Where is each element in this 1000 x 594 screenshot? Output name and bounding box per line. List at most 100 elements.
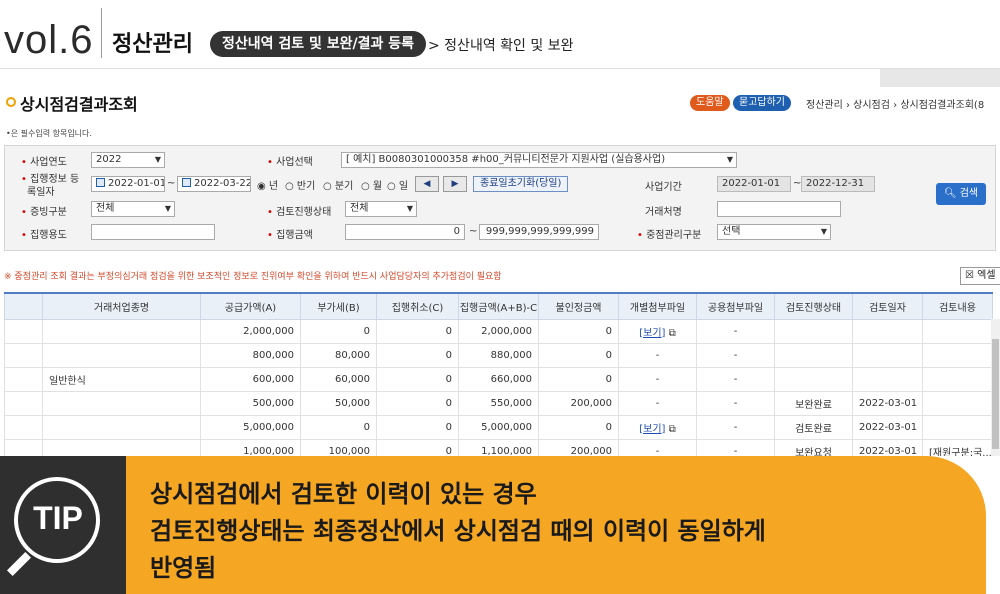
period-radio-month[interactable]: ○ 월 [361,177,382,192]
col-header-exec-amount[interactable]: 집행금액(A+B)-C [458,292,539,320]
table-row[interactable]: 5,000,000 0 0 5,000,000 0 [보기] ⧉ - 검토완료 2022-03-… [4,414,993,440]
vendor-input[interactable] [717,201,841,217]
table-cell: 0 [376,390,459,416]
table-cell: 880,000 [458,342,539,368]
table-cell [774,342,853,368]
col-header-supply[interactable]: 공급가액(A) [200,292,301,320]
section-title: 정산관리 [112,32,193,57]
popup-icon: ⧉ [665,423,676,435]
purpose-input[interactable] [91,224,215,240]
table-cell: 보완요청 [774,438,853,456]
table-cell [4,438,43,456]
table-scrollbar[interactable] [991,319,1000,456]
result-table: 거래처업종명 공급가액(A) 부가세(B) 집행취소(C) 집행금액(A+B)-… [4,292,993,456]
table-cell: 2,000,000 [458,318,539,344]
tip-badge: TIP [33,500,83,536]
col-header-vendor-type[interactable]: 거래처업종명 [42,292,201,320]
table-row[interactable]: 500,000 50,000 0 550,000 200,000- - 보완완료 2022-0… [4,390,993,416]
business-label: • 사업선택 [267,157,313,168]
table-cell: 0 [538,318,619,344]
review-status-select[interactable]: 전체 ▼ [345,201,417,217]
search-icon: 🔍︎ [943,188,960,199]
table-cell: 0 [376,414,459,440]
business-select[interactable]: [ 예치] B0080301000358 #h00_커뮤니티전문가 지원사업 (… [341,152,737,168]
table-cell: - [696,366,775,392]
col-header-vat[interactable]: 부가세(B) [300,292,377,320]
table-cell [922,390,993,416]
date-from-input[interactable]: 2022-01-01 [91,176,165,192]
tip-line-2: 검토진행상태는 최종정산에서 상시점검 때의 이력이 동일하게 [150,517,766,545]
table-cell: - [696,342,775,368]
faq-button[interactable]: 묻고답하기 [733,95,791,111]
table-cell: 0 [538,342,619,368]
table-cell: 5,000,000 [458,414,539,440]
col-header-disallowed[interactable]: 불인정금액 [538,292,619,320]
table-cell [42,342,201,368]
window-chrome [880,69,1000,87]
amount-to-input[interactable]: 999,999,999,999,999 [479,224,599,240]
table-row[interactable]: 800,000 80,000 0 880,000 0- - [4,342,993,368]
table-cell: - [618,390,697,416]
excel-button[interactable]: ☒ 엑셀 [960,267,1000,285]
table-cell: - [618,438,697,456]
view-link[interactable]: [보기] [639,424,665,435]
guide-header: vol.6 정산관리 정산내역 검토 및 보완/결과 등록 > 정산내역 확인 … [0,0,1000,68]
chevron-down-icon: ▼ [406,204,413,213]
date-to-input[interactable]: 2022-03-22 [177,176,251,192]
table-cell: 보완완료 [774,390,853,416]
period-radio-quarter[interactable]: ○ 분기 [323,177,353,192]
table-cell [4,342,43,368]
amount-from-input[interactable]: 0 [345,224,465,240]
amount-label: • 집행금액 [267,230,313,241]
tip-line-1: 상시점검에서 검토한 이력이 있는 경우 [150,480,537,508]
help-button[interactable]: 도움말 [690,95,730,111]
prev-period-button[interactable]: ◀ [415,176,439,192]
col-header-review-status[interactable]: 검토진행상태 [774,292,853,320]
section-pill: 정산내역 검토 및 보완/결과 등록 [210,31,427,57]
table-cell: 0 [376,438,459,456]
table-cell: 0 [538,414,619,440]
calendar-icon[interactable] [96,178,105,187]
vendor-label: 거래처명 [645,207,682,218]
table-cell: 550,000 [458,390,539,416]
breadcrumb: 정산관리 › 상시점검 › 상시점검결과조회(8 [806,100,985,111]
table-cell [4,366,43,392]
warning-text: ※ 중점관리 조회 결과는 부정의심거래 점검을 위한 보조적인 정보로 진위여… [4,272,502,282]
table-cell: - [618,366,697,392]
table-cell: 2022-03-01 [852,438,923,456]
table-row[interactable]: 1,000,000 100,000 0 1,100,000 200,000- - 보완요청 2… [4,438,993,456]
col-header-attach[interactable]: 개별첨부파일 [618,292,697,320]
scrollbar-thumb[interactable] [992,339,999,449]
reset-end-date-button[interactable]: 종료일초기화(당일) [473,176,569,192]
year-select[interactable]: 2022 ▼ [91,152,165,168]
purpose-label: • 집행용도 [21,230,67,241]
page-title-row: 상시점검결과조회 도움말 묻고답하기 정산관리 › 상시점검 › 상시점검결과조… [0,91,1000,115]
table-cell: [보기] ⧉ [618,318,697,344]
table-cell [922,342,993,368]
page-title: 상시점검결과조회 [20,95,138,114]
table-header-row: 거래처업종명 공급가액(A) 부가세(B) 집행취소(C) 집행금액(A+B)-… [4,292,993,320]
table-cell: 660,000 [458,366,539,392]
period-radio-year[interactable]: ◉ 년 [257,177,278,192]
table-row[interactable]: 일반한식 600,000 60,000 0 660,000 0- - [4,366,993,392]
calendar-icon[interactable] [182,178,191,187]
table-cell: 일반한식 [42,366,201,392]
table-cell: [보기] ⧉ [618,414,697,440]
col-header-shared-attach[interactable]: 공용첨부파일 [696,292,775,320]
table-cell: 0 [300,414,377,440]
view-link[interactable]: [보기] [639,328,665,339]
col-header-review-content[interactable]: 검토내용 [922,292,993,320]
col-header-review-date[interactable]: 검토일자 [852,292,923,320]
table-row[interactable]: 2,000,000 0 0 2,000,000 0 [보기] ⧉ - [4,318,993,344]
evidence-select[interactable]: 전체 ▼ [91,201,175,217]
guide-breadcrumb: > 정산내역 확인 및 보완 [428,38,574,54]
col-header-cancel[interactable]: 집행취소(C) [376,292,459,320]
period-radio-half[interactable]: ○ 반기 [285,177,315,192]
period-radio-day[interactable]: ○ 일 [387,177,408,192]
table-cell [4,318,43,344]
next-period-button[interactable]: ▶ [443,176,467,192]
mgmt-select[interactable]: 선택 ▼ [717,224,831,240]
search-button[interactable]: 🔍︎ 검색 [936,183,986,205]
term-to-field: 2022-12-31 [801,176,875,192]
table-cell: 0 [538,366,619,392]
